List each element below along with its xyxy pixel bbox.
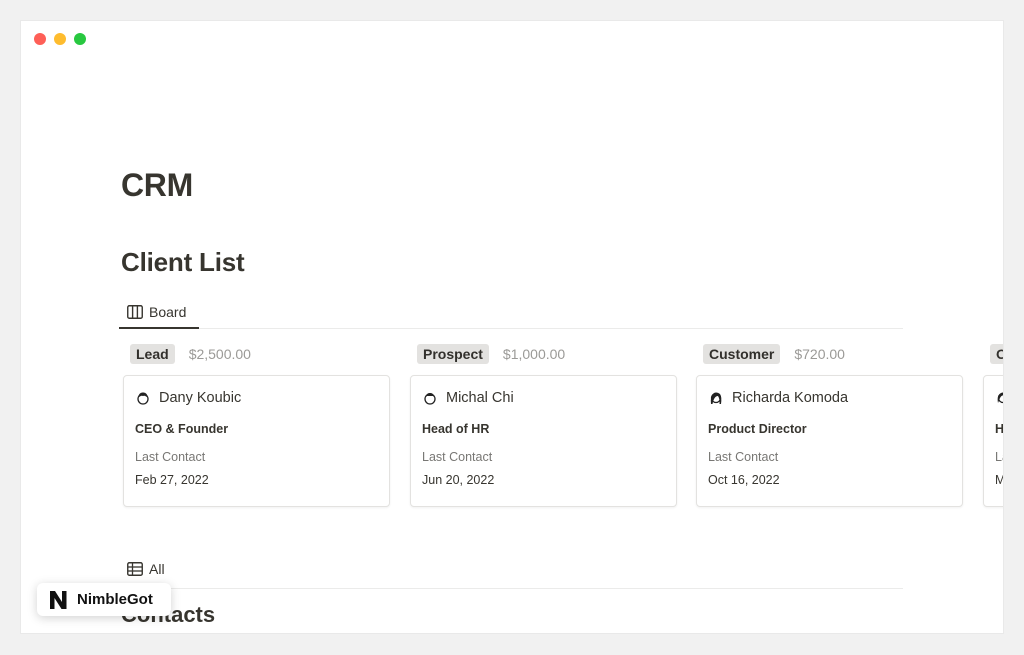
board-column-prospect: Prospect $1,000.00 Michal Chi Head of HR… — [410, 343, 677, 507]
last-contact-label: La — [995, 450, 1003, 464]
minimize-window-button[interactable] — [54, 33, 66, 45]
client-name: Michal Chi — [446, 390, 514, 406]
tab-board-label: Board — [149, 304, 187, 320]
client-role: CEO & Founder — [135, 422, 229, 436]
column-header: Prospect $1,000.00 — [410, 343, 677, 365]
column-amount: $2,500.00 — [188, 346, 251, 362]
window-controls — [34, 33, 86, 45]
avatar-icon — [710, 392, 722, 404]
board-column-lead: Lead $2,500.00 Dany Koubic CEO & Founder… — [123, 343, 390, 507]
board-column-partial: O H La M — [983, 343, 1003, 507]
client-list-title: Client List — [121, 247, 245, 277]
status-badge[interactable]: Prospect — [417, 344, 489, 364]
client-role: H — [995, 422, 1003, 436]
client-card[interactable]: Michal Chi Head of HR Last Contact Jun 2… — [410, 375, 677, 507]
client-role: Head of HR — [422, 422, 490, 436]
column-header: Customer $720.00 — [696, 343, 963, 365]
tab-all[interactable]: All — [127, 561, 165, 577]
client-role: Product Director — [708, 422, 807, 436]
column-amount: $1,000.00 — [502, 346, 566, 362]
last-contact-date: Oct 16, 2022 — [708, 473, 780, 487]
client-card[interactable]: Dany Koubic CEO & Founder Last Contact F… — [123, 375, 390, 507]
last-contact-date: M — [995, 473, 1003, 487]
last-contact-date: Feb 27, 2022 — [135, 473, 209, 487]
last-contact-label: Last Contact — [708, 450, 779, 464]
status-badge[interactable]: O — [990, 344, 1003, 364]
column-header: Lead $2,500.00 — [123, 343, 390, 365]
nimblegot-badge[interactable]: NimbleGot — [37, 583, 171, 616]
status-badge[interactable]: Lead — [130, 344, 175, 364]
client-card[interactable]: Richarda Komoda Product Director Last Co… — [696, 375, 963, 507]
badge-label: NimbleGot — [77, 591, 153, 608]
board-column-customer: Customer $720.00 Richarda Komoda Product… — [696, 343, 963, 507]
client-name: Dany Koubic — [159, 390, 242, 406]
client-name: Richarda Komoda — [732, 390, 849, 406]
board-icon — [127, 305, 143, 319]
last-contact-date: Jun 20, 2022 — [422, 473, 495, 487]
app-window: CRM Client List Board Lead $2,500.00 Dan… — [21, 21, 1003, 633]
client-list-view-tabs: Board — [119, 297, 903, 329]
status-badge[interactable]: Customer — [703, 344, 781, 364]
avatar-icon — [997, 392, 1003, 404]
close-window-button[interactable] — [34, 33, 46, 45]
contacts-view-tabs: All — [119, 555, 903, 589]
last-contact-label: Last Contact — [135, 450, 206, 464]
table-icon — [127, 562, 143, 576]
avatar-icon — [424, 392, 436, 405]
column-header: O — [983, 343, 1003, 365]
avatar-icon — [137, 392, 149, 405]
nimblegot-logo-icon — [47, 588, 69, 611]
column-amount: $720.00 — [794, 346, 845, 362]
tab-all-label: All — [149, 561, 165, 577]
tab-board[interactable]: Board — [119, 297, 199, 329]
client-card[interactable]: H La M — [983, 375, 1003, 507]
maximize-window-button[interactable] — [74, 33, 86, 45]
page-title: CRM — [121, 167, 193, 203]
last-contact-label: Last Contact — [422, 450, 493, 464]
